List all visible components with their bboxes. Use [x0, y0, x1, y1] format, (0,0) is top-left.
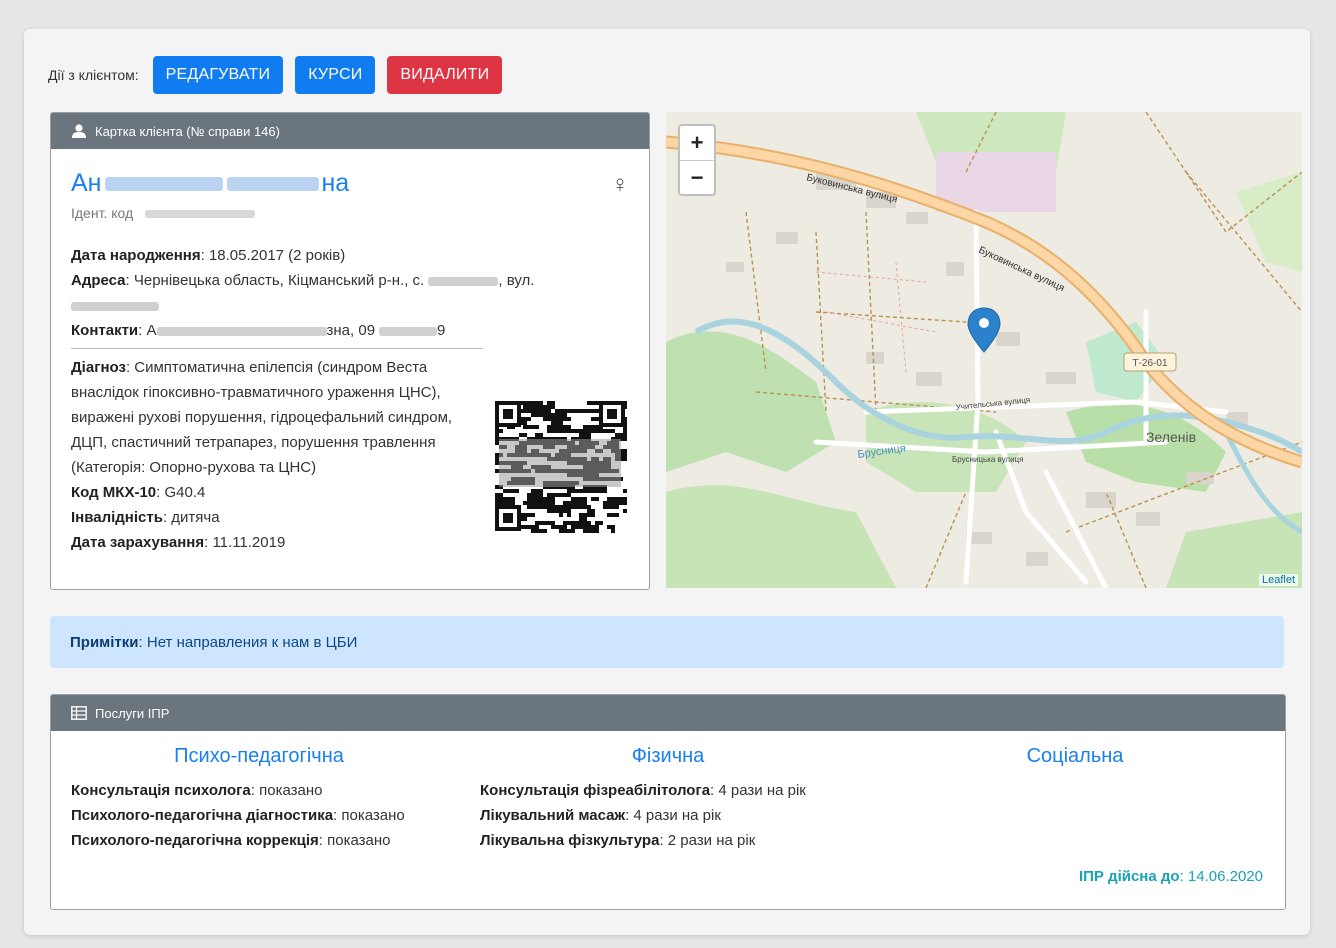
redacted-village	[428, 276, 499, 286]
ipr-valid-label: ІПР дійсна до	[1078, 868, 1180, 885]
road-badge-label: Т-26-01	[1132, 358, 1167, 369]
qr-code	[493, 399, 627, 533]
address-value: Чернівецька область, Кіцманський р-н., с…	[133, 272, 425, 289]
ipr-services-header: Послуги ІПР	[51, 695, 1285, 731]
service-item-label: Лікувальна фізкультура	[480, 832, 660, 849]
client-name-end: на	[321, 169, 350, 197]
card-divider	[71, 348, 483, 349]
service-column-title: Психо-педагогічна	[174, 745, 344, 767]
ipr-valid-until: ІПР дійсна до: 14.06.2020	[1078, 868, 1263, 885]
ident-code-label: Ідент. код	[71, 205, 134, 221]
enroll-row: Дата зарахування: 11.11.2019	[71, 534, 286, 551]
redacted-ident-value	[145, 210, 256, 219]
map-zoom-control: + −	[678, 124, 716, 196]
mkh-label: Код МКХ-10	[71, 484, 157, 501]
redacted-phone	[379, 326, 438, 336]
client-actions-label: Дії з клієнтом:	[48, 67, 139, 83]
diagnosis-row: Діагноз: Симптоматична епілепсія (синдро…	[71, 359, 453, 476]
service-column-title: Фізична	[631, 745, 705, 767]
map-tiles[interactable]: Т-26-01 Буковинська вулиця Буковинська в…	[666, 112, 1302, 588]
ipr-valid-value: 14.06.2020	[1187, 868, 1263, 885]
map-label-street-3: Брусницька вулиця	[952, 455, 1023, 464]
address-tail: , вул.	[498, 272, 535, 289]
zoom-out-button[interactable]: −	[680, 161, 714, 195]
service-column-social: Соціальна	[887, 745, 1263, 778]
ipr-services-card: Послуги ІПР Психо-педагогічна Консультац…	[50, 694, 1286, 910]
disability-label: Інвалідність	[71, 509, 163, 526]
service-item: Лікувальна фізкультура: 2 рази на рік	[480, 832, 756, 849]
enroll-label: Дата зарахування	[71, 534, 205, 551]
service-item-label: Лікувальний масаж	[480, 807, 626, 824]
birth-date-label: Дата народження	[71, 247, 201, 264]
service-item-label: Консультація психолога	[71, 782, 251, 799]
address-label: Адреса	[71, 272, 126, 289]
notes-value: Нет направления к нам в ЦБИ	[146, 633, 358, 651]
client-name[interactable]: Ан на	[71, 169, 629, 199]
mkh-value: G40.4	[164, 484, 206, 501]
service-item-value: показано	[259, 782, 323, 799]
service-item: Консультація фізреабілітолога: 4 рази на…	[480, 782, 806, 799]
service-column-title: Соціальна	[1026, 745, 1124, 767]
diagnosis-value: Симптоматична епілепсія (синдром Веста в…	[71, 359, 453, 476]
notes-label: Примітки	[70, 633, 139, 651]
client-card: Картка клієнта (№ справи 146) Ан на ♀ Іде…	[50, 112, 650, 590]
client-card-body: Ан на ♀ Ідент. код Дата народження: 18.05…	[51, 149, 649, 555]
contacts-part-1: А	[146, 322, 157, 339]
delete-button[interactable]: ВИДАЛИТИ	[387, 56, 503, 94]
courses-button[interactable]: КУРСИ	[295, 56, 376, 94]
enroll-value: 11.11.2019	[212, 534, 286, 551]
disability-value: дитяча	[171, 509, 220, 526]
female-gender-icon: ♀	[611, 171, 629, 198]
notes-alert: Примітки: Нет направления к нам в ЦБИ	[50, 616, 1284, 668]
contacts-part-2: зна, 09	[326, 322, 376, 339]
service-item-value: 4 рази на рік	[633, 807, 721, 824]
client-card-header: Картка клієнта (№ справи 146)	[51, 113, 649, 149]
service-item-value: показано	[341, 807, 405, 824]
service-item-label: Консультація фізреабілітолога	[480, 782, 711, 799]
table-icon	[71, 706, 87, 720]
zoom-in-button[interactable]: +	[680, 126, 714, 161]
notes-text: Примітки: Нет направления к нам в ЦБИ	[70, 633, 358, 651]
contacts-label: Контакти	[71, 322, 139, 339]
client-card-title: Картка клієнта (№ справи 146)	[95, 123, 280, 139]
service-item: Психолого-педагогічна коррекція: показан…	[71, 832, 391, 849]
service-item-value: показано	[327, 832, 391, 849]
location-map[interactable]: Т-26-01 Буковинська вулиця Буковинська в…	[666, 112, 1302, 588]
leaflet-attribution-link[interactable]: Leaflet	[1258, 574, 1298, 586]
birth-date-value: 18.05.2017 (2 років)	[208, 247, 346, 264]
map-label-village: Зеленів	[1146, 429, 1196, 445]
redacted-contact-name	[156, 326, 327, 336]
contacts-row: Контакти: Азна, 09 9	[71, 322, 446, 339]
address-row: Адреса: Чернівецька область, Кіцманський…	[71, 268, 629, 318]
edit-button[interactable]: РЕДАГУВАТИ	[152, 56, 284, 94]
service-column-psycho: Психо-педагогічна Консультація психолога…	[71, 745, 471, 853]
service-item-value: 2 рази на рік	[667, 832, 756, 849]
service-column-physical: Фізична Консультація фізреабілітолога: 4…	[480, 745, 860, 853]
user-icon	[72, 124, 86, 138]
service-item: Консультація психолога: показано	[71, 782, 323, 799]
contacts-part-3: 9	[437, 322, 446, 339]
ident-code: Ідент. код	[71, 205, 629, 221]
client-actions-bar: Дії з клієнтом: РЕДАГУВАТИ КУРСИ ВИДАЛИТ…	[48, 55, 514, 95]
ipr-services-title: Послуги ІПР	[95, 705, 170, 721]
birth-date-row: Дата народження: 18.05.2017 (2 років)	[71, 247, 346, 264]
client-name-start: Ан	[71, 169, 102, 197]
diagnosis-label: Діагноз	[71, 359, 126, 376]
redacted-name-part	[227, 177, 320, 192]
service-item-value: 4 рази на рік	[718, 782, 806, 799]
redacted-street	[71, 301, 159, 311]
page-container: Дії з клієнтом: РЕДАГУВАТИ КУРСИ ВИДАЛИТ…	[24, 29, 1310, 935]
service-item: Психолого-педагогічна діагностика: показ…	[71, 807, 405, 824]
service-item: Лікувальний масаж: 4 рази на рік	[480, 807, 721, 824]
redacted-name-part	[105, 177, 224, 192]
service-item-label: Психолого-педагогічна коррекція	[71, 832, 319, 849]
service-item-label: Психолого-педагогічна діагностика	[71, 807, 334, 824]
